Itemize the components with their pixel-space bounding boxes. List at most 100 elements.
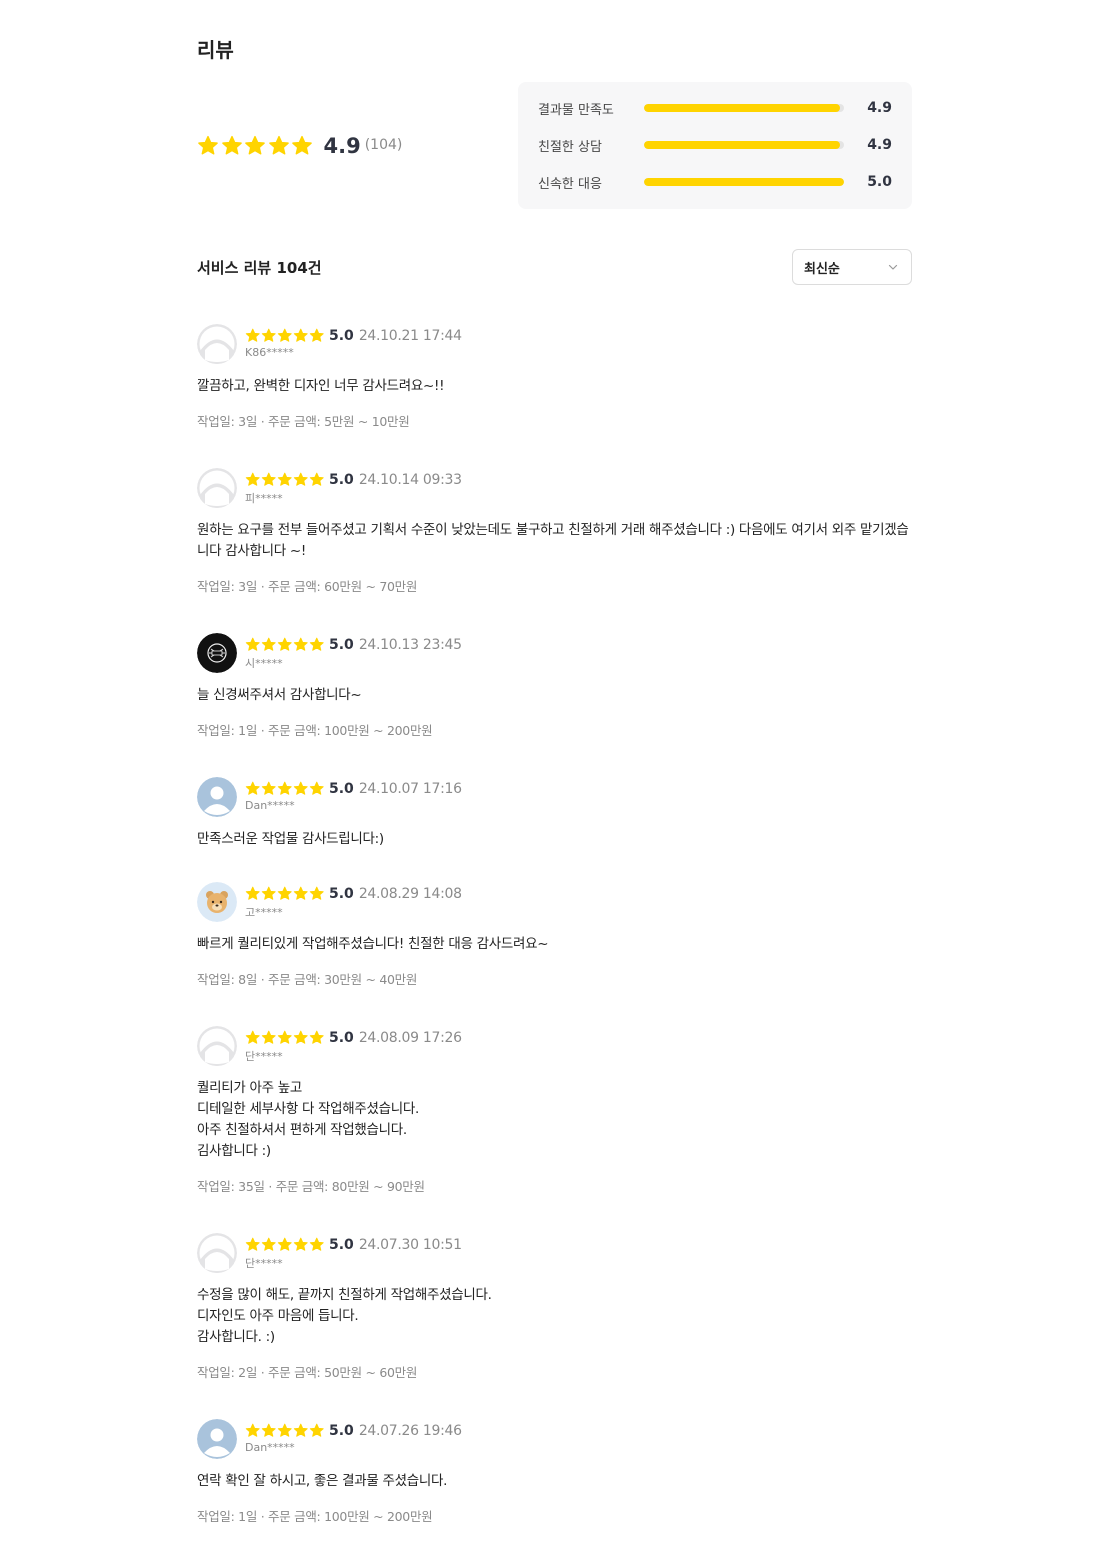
review-header: 5.0 24.10.07 17:16: [245, 777, 462, 801]
review-header: 5.0 24.10.14 09:33: [245, 468, 462, 492]
star-icon: [309, 472, 325, 488]
review-text: 만족스러운 작업물 감사드립니다:): [197, 831, 384, 847]
star-icon: [245, 1423, 261, 1439]
avatar: [197, 882, 237, 922]
person-avatar-icon: [197, 777, 237, 817]
review-score: 5.0: [329, 1423, 354, 1439]
review-stars: [245, 1030, 325, 1046]
sort-dropdown[interactable]: 최신순: [792, 249, 912, 285]
star-icon: [261, 472, 277, 488]
star-icon: [309, 1030, 325, 1046]
avatar: [197, 633, 237, 673]
breakdown-row: 신속한 대응 5.0: [538, 171, 892, 193]
star-icon: [261, 637, 277, 653]
overall-score: 4.9: [323, 134, 361, 158]
sort-selected-value: 최신순: [804, 261, 840, 277]
star-icon: [309, 886, 325, 902]
star-icon: [245, 472, 261, 488]
review-date: 24.10.13 23:45: [358, 637, 462, 653]
star-icon: [309, 637, 325, 653]
default-avatar-icon: [197, 468, 237, 508]
review-date: 24.08.29 14:08: [358, 886, 462, 902]
review-date: 24.10.21 17:44: [358, 328, 462, 344]
review-stars: [245, 472, 325, 488]
star-icon: [245, 328, 261, 344]
rating-breakdown: 결과물 만족도 4.9 친절한 상담 4.9 신속한 대응 5.0: [518, 82, 912, 209]
avatar: [197, 1233, 237, 1273]
section-title: 리뷰: [197, 38, 234, 62]
logo-avatar-icon: [197, 633, 237, 673]
star-icon: [261, 1030, 277, 1046]
review-score: 5.0: [329, 1030, 354, 1046]
star-icon: [244, 135, 266, 157]
breakdown-row: 결과물 만족도 4.9: [538, 97, 892, 119]
review-header: 5.0 24.08.29 14:08: [245, 882, 462, 906]
review-text: 연락 확인 잘 하시고, 좋은 결과물 주셨습니다.: [197, 1473, 448, 1489]
chevron-down-icon: [888, 264, 898, 270]
star-icon: [277, 886, 293, 902]
review-score: 5.0: [329, 781, 354, 797]
breakdown-row: 친절한 상담 4.9: [538, 134, 892, 156]
review-meta: 작업일: 3일 · 주문 금액: 5만원 ~ 10만원: [197, 414, 410, 429]
review-score: 5.0: [329, 886, 354, 902]
star-icon: [309, 781, 325, 797]
star-icon: [293, 637, 309, 653]
star-icon: [277, 1030, 293, 1046]
person-avatar-icon: [197, 1419, 237, 1459]
review-date: 24.07.26 19:46: [358, 1423, 462, 1439]
star-icon: [261, 886, 277, 902]
breakdown-label: 결과물 만족도: [538, 102, 614, 118]
review-stars: [245, 1237, 325, 1253]
review-header: 5.0 24.08.09 17:26: [245, 1026, 462, 1050]
review-text: 늘 신경써주셔서 감사합니다~: [197, 687, 362, 703]
breakdown-bar: [644, 104, 844, 112]
review-meta: 작업일: 8일 · 주문 금액: 30만원 ~ 40만원: [197, 972, 418, 987]
avatar: [197, 468, 237, 508]
avatar: [197, 1419, 237, 1459]
star-icon: [197, 135, 219, 157]
review-score: 5.0: [329, 1237, 354, 1253]
review-stars: [245, 886, 325, 902]
reviewer-name: Dan*****: [245, 1441, 295, 1454]
review-text: 퀄리티가 아주 높고 디테일한 세부사항 다 작업해주셨습니다. 아주 친절하셔…: [197, 1080, 420, 1159]
star-icon: [309, 1423, 325, 1439]
review-date: 24.07.30 10:51: [358, 1237, 462, 1253]
overall-stars: [197, 135, 315, 157]
reviewer-name: 고*****: [245, 906, 283, 919]
reviewer-name: K86*****: [245, 346, 294, 359]
star-icon: [277, 472, 293, 488]
star-icon: [261, 1237, 277, 1253]
breakdown-bar-fill: [644, 178, 844, 186]
review-list-title: 서비스 리뷰 104건: [197, 259, 322, 277]
review-stars: [245, 1423, 325, 1439]
star-icon: [309, 328, 325, 344]
review-stars: [245, 781, 325, 797]
review-stars: [245, 328, 325, 344]
avatar: [197, 324, 237, 364]
review-meta: 작업일: 35일 · 주문 금액: 80만원 ~ 90만원: [197, 1179, 425, 1194]
star-icon: [261, 328, 277, 344]
reviewer-name: 시*****: [245, 657, 283, 670]
review-text: 빠르게 퀄리티있게 작업해주셨습니다! 친절한 대응 감사드려요~: [197, 936, 549, 952]
star-icon: [277, 1237, 293, 1253]
review-header: 5.0 24.07.26 19:46: [245, 1419, 462, 1443]
star-icon: [293, 886, 309, 902]
reviewer-name: 단*****: [245, 1050, 283, 1063]
review-meta: 작업일: 1일 · 주문 금액: 100만원 ~ 200만원: [197, 1509, 433, 1524]
reviewer-name: Dan*****: [245, 799, 295, 812]
overall-rating: 4.9 (104): [197, 131, 402, 161]
review-header: 5.0 24.07.30 10:51: [245, 1233, 462, 1257]
star-icon: [245, 886, 261, 902]
review-count: (104): [364, 137, 403, 153]
star-icon: [261, 1423, 277, 1439]
bear-avatar-icon: [197, 882, 237, 922]
star-icon: [245, 637, 261, 653]
star-icon: [261, 781, 277, 797]
default-avatar-icon: [197, 1026, 237, 1066]
star-icon: [293, 1423, 309, 1439]
review-text: 원하는 요구를 전부 들어주셨고 기획서 수준이 낮았는데도 불구하고 친절하게…: [197, 522, 909, 559]
breakdown-bar: [644, 141, 844, 149]
review-date: 24.10.14 09:33: [358, 472, 462, 488]
review-score: 5.0: [329, 472, 354, 488]
review-text: 깔끔하고, 완벽한 디자인 너무 감사드려요~!!: [197, 378, 445, 394]
